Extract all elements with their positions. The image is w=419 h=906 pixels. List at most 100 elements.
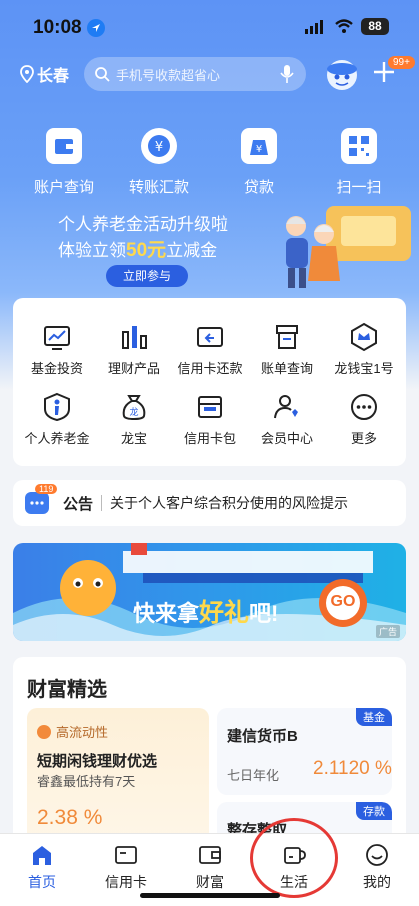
rate-label: 七日年化 bbox=[227, 768, 280, 783]
product-card-fund[interactable]: 基金 建信货币B 七日年化 2.1120 % bbox=[217, 708, 392, 795]
tab-wealth[interactable]: 财富 bbox=[168, 842, 252, 892]
banner-slogan-suffix: 吧! bbox=[249, 601, 279, 626]
grid-item-label: 信用卡包 bbox=[183, 431, 236, 446]
top-func-label: 账户查询 bbox=[33, 179, 94, 196]
grid-item-label: 龙宝 bbox=[120, 431, 147, 446]
smile-icon bbox=[364, 842, 390, 868]
microphone-icon[interactable] bbox=[280, 64, 294, 84]
location-pin-icon bbox=[20, 65, 34, 83]
divider bbox=[101, 495, 103, 511]
loan-bag-icon: ¥ bbox=[241, 128, 277, 164]
product-name: 建信货币B bbox=[227, 728, 298, 745]
battery-indicator: 88 bbox=[361, 18, 389, 35]
grid-item-label: 信用卡还款 bbox=[177, 361, 243, 376]
service-grid: 基金投资 理财产品 信用卡还款 账单查询 龙钱宝1号 个人养老金 龙 龙宝 信用… bbox=[13, 298, 406, 466]
location-arrow-icon bbox=[87, 19, 105, 37]
ad-label: 广告 bbox=[375, 625, 400, 638]
grid-item-wealth-products[interactable]: 理财产品 bbox=[95, 322, 173, 377]
promo-elderly-couple-illustration bbox=[266, 196, 416, 301]
top-func-loan[interactable]: ¥ 贷款 bbox=[204, 128, 314, 197]
promo-subline-suffix: 立减金 bbox=[166, 241, 218, 260]
grid-item-label: 个人养老金 bbox=[24, 431, 90, 446]
top-func-account-query[interactable]: 账户查询 bbox=[9, 128, 119, 197]
bar-chart-icon bbox=[119, 322, 149, 352]
banner-slogan-prefix: 快来拿 bbox=[133, 601, 200, 626]
banner-go-button[interactable]: GO bbox=[328, 593, 358, 611]
search-icon bbox=[95, 67, 110, 82]
liquidity-tag-label: 高流动性 bbox=[56, 725, 109, 740]
search-bar[interactable]: 手机号收款超省心 bbox=[84, 57, 306, 91]
svg-text:¥: ¥ bbox=[256, 144, 262, 155]
top-func-scan[interactable]: 扫一扫 bbox=[304, 128, 414, 197]
grid-item-card-wallet[interactable]: 信用卡包 bbox=[171, 392, 249, 447]
fire-icon bbox=[37, 724, 51, 739]
scan-icon bbox=[341, 128, 377, 164]
section-title: 财富精选 bbox=[27, 679, 107, 701]
grid-item-label: 会员中心 bbox=[260, 431, 313, 446]
promo-subline-prefix: 体验立领 bbox=[58, 241, 126, 260]
announcement-text: 关于个人客户综合积分使用的风险提示 bbox=[110, 495, 349, 511]
announcement-count-badge: 119 bbox=[35, 484, 58, 494]
wifi-icon bbox=[334, 18, 354, 39]
grid-item-label: 龙钱宝1号 bbox=[334, 361, 394, 376]
tab-label: 首页 bbox=[28, 874, 56, 890]
highlight-circle-annotation bbox=[250, 818, 338, 898]
product-name: 短期闲钱理财优选 bbox=[37, 753, 158, 770]
deposit-tag: 存款 bbox=[356, 802, 392, 820]
grid-item-longqianbao[interactable]: 龙钱宝1号 bbox=[325, 322, 403, 377]
tab-mine[interactable]: 我的 bbox=[335, 842, 419, 892]
announcement-bar[interactable]: 119 公告 关于个人客户综合积分使用的风险提示 bbox=[13, 480, 406, 526]
search-placeholder: 手机号收款超省心 bbox=[116, 67, 221, 83]
grid-item-label: 理财产品 bbox=[107, 361, 160, 376]
gift-promo-banner[interactable]: 快来拿好礼吧! GO 广告 bbox=[13, 543, 406, 641]
crown-shield-icon bbox=[349, 322, 379, 352]
bill-icon bbox=[272, 322, 302, 352]
city-name: 长春 bbox=[37, 68, 70, 85]
status-time: 10:08 bbox=[33, 17, 82, 38]
grid-item-label: 账单查询 bbox=[260, 361, 313, 376]
grid-item-fund[interactable]: 基金投资 bbox=[18, 322, 96, 377]
product-subtitle: 睿鑫最低持有7天 bbox=[37, 774, 136, 789]
top-functions: 账户查询 ¥ 转账汇款 ¥ 贷款 扫一扫 bbox=[0, 128, 419, 198]
svg-text:¥: ¥ bbox=[155, 140, 163, 155]
grid-item-label: 基金投资 bbox=[30, 361, 83, 376]
promo-join-button[interactable]: 立即参与 bbox=[106, 265, 188, 287]
promo-headline: 个人养老金活动升级啦 bbox=[58, 215, 228, 234]
member-icon bbox=[272, 392, 302, 422]
tab-label: 我的 bbox=[363, 874, 391, 890]
wealth-wallet-icon bbox=[197, 842, 223, 868]
liquidity-tag: 高流动性 bbox=[37, 722, 108, 741]
tab-label: 财富 bbox=[196, 874, 224, 890]
grid-item-longbao[interactable]: 龙 龙宝 bbox=[95, 392, 173, 447]
city-selector[interactable]: 长春 bbox=[20, 62, 69, 86]
transfer-icon: ¥ bbox=[141, 128, 177, 164]
top-func-label: 转账汇款 bbox=[128, 179, 189, 196]
promo-subline: 体验立领50元立减金 bbox=[58, 235, 217, 262]
status-bar: 10:08 88 bbox=[0, 14, 419, 42]
card-wallet-icon bbox=[195, 392, 225, 422]
svg-text:龙: 龙 bbox=[129, 406, 138, 418]
tab-home[interactable]: 首页 bbox=[0, 842, 84, 892]
promo-amount: 50元 bbox=[126, 240, 167, 261]
announcement-title: 公告 bbox=[63, 495, 94, 513]
grid-item-label: 更多 bbox=[350, 431, 377, 446]
tab-credit-card[interactable]: 信用卡 bbox=[84, 842, 168, 892]
wealth-selection-section: 财富精选 高流动性 短期闲钱理财优选 睿鑫最低持有7天 2.38 % 基金 建信… bbox=[13, 657, 406, 872]
tab-label: 信用卡 bbox=[105, 874, 147, 890]
money-bag-icon: 龙 bbox=[119, 392, 149, 422]
top-func-transfer[interactable]: ¥ 转账汇款 bbox=[104, 128, 214, 197]
top-func-label: 贷款 bbox=[243, 179, 274, 196]
more-icon bbox=[349, 392, 379, 422]
signal-icon bbox=[305, 20, 325, 39]
message-badge: 99+ bbox=[388, 56, 415, 69]
grid-item-pension[interactable]: 个人养老金 bbox=[18, 392, 96, 447]
grid-item-more[interactable]: 更多 bbox=[325, 392, 403, 447]
assistant-avatar[interactable] bbox=[323, 56, 361, 92]
grid-item-bill-query[interactable]: 账单查询 bbox=[248, 322, 326, 377]
grid-item-credit-repay[interactable]: 信用卡还款 bbox=[171, 322, 249, 377]
product-rate: 2.38 % bbox=[37, 806, 103, 829]
grid-item-member-center[interactable]: 会员中心 bbox=[248, 392, 326, 447]
home-icon bbox=[29, 842, 55, 868]
credit-card-repay-icon bbox=[195, 322, 225, 352]
credit-card-icon bbox=[113, 842, 139, 868]
